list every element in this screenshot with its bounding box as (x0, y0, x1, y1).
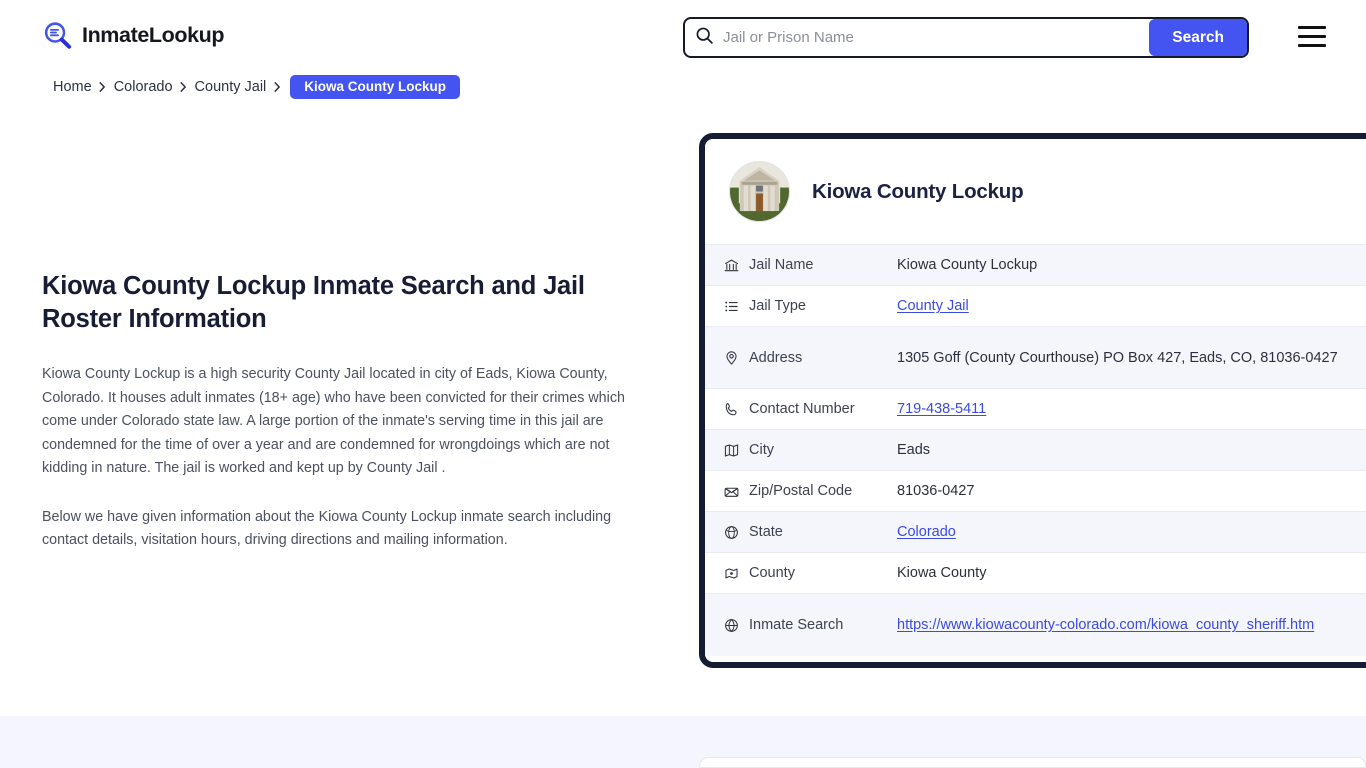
chevron-right-icon (173, 80, 195, 94)
table-row: County Kiowa County (705, 552, 1366, 593)
search-button[interactable]: Search (1149, 19, 1247, 56)
map-icon (723, 441, 749, 459)
row-value: 81036-0427 (897, 483, 975, 499)
table-row: City Eads (705, 429, 1366, 470)
breadcrumb: Home Colorado County Jail Kiowa County L… (53, 75, 461, 99)
table-row: Inmate Search https://www.kiowacounty-co… (705, 593, 1366, 656)
hamburger-bar (1298, 35, 1326, 38)
row-value: Colorado (897, 521, 1366, 543)
article-column: Kiowa County Lockup Inmate Search and Ja… (42, 270, 642, 553)
chevron-right-icon (266, 80, 288, 94)
breadcrumb-item-county-jail[interactable]: County Jail (195, 79, 267, 95)
card-header: Kiowa County Lockup (705, 139, 1366, 244)
table-row: Zip/Postal Code 81036-0427 (705, 470, 1366, 511)
hamburger-bar (1298, 44, 1326, 47)
brand-logo[interactable]: InmateLookup (42, 20, 225, 51)
jail-details-table: Jail Name Kiowa County Lockup Jail Type … (705, 244, 1366, 656)
breadcrumb-current: Kiowa County Lockup (290, 75, 461, 99)
table-row: Jail Name Kiowa County Lockup (705, 244, 1366, 285)
hamburger-menu-icon[interactable] (1298, 26, 1326, 47)
globe-state-icon (723, 523, 749, 541)
row-label: Inmate Search (749, 617, 844, 633)
table-row: Jail Type County Jail (705, 285, 1366, 326)
brand-name: InmateLookup (82, 23, 225, 47)
envelope-icon (723, 482, 749, 500)
location-pin-icon (723, 349, 749, 367)
magnifier-logo-icon (42, 20, 73, 51)
phone-icon (723, 400, 749, 418)
breadcrumb-item-colorado[interactable]: Colorado (114, 79, 173, 95)
row-value: https://www.kiowacounty-colorado.com/kio… (897, 614, 1366, 636)
next-section-card (699, 757, 1366, 768)
row-label: Zip/Postal Code (749, 483, 853, 499)
row-value: Eads (897, 442, 931, 458)
row-value: Kiowa County Lockup (897, 257, 1038, 273)
contact-number-link[interactable]: 719-438-5411 (897, 401, 986, 417)
row-value: 719-438-5411 (897, 398, 1366, 420)
county-icon (723, 564, 749, 582)
breadcrumb-item-home[interactable]: Home (53, 79, 92, 95)
row-value: Kiowa County (897, 565, 987, 581)
row-label: State (749, 524, 783, 540)
intro-paragraph: Kiowa County Lockup is a high security C… (42, 366, 625, 476)
table-row: Contact Number 719-438-5411 (705, 388, 1366, 429)
jail-info-card: Kiowa County Lockup Jail Name Kiowa Coun… (699, 133, 1366, 668)
row-label: Jail Name (749, 257, 814, 273)
courthouse-photo (729, 161, 790, 222)
row-value: 1305 Goff (County Courthouse) PO Box 427… (897, 349, 1338, 366)
row-label: Address (749, 349, 803, 366)
search-input[interactable] (719, 19, 1150, 56)
card-title: Kiowa County Lockup (812, 179, 1024, 203)
inmate-search-link[interactable]: https://www.kiowacounty-colorado.com/kio… (897, 617, 1314, 633)
bank-icon (723, 256, 749, 274)
table-row: State Colorado (705, 511, 1366, 552)
row-label: Contact Number (749, 401, 855, 417)
web-globe-icon (723, 616, 749, 634)
row-label: Jail Type (749, 298, 806, 314)
site-header: InmateLookup Search (0, 0, 1366, 74)
list-icon (723, 297, 749, 315)
state-link[interactable]: Colorado (897, 524, 956, 540)
hamburger-bar (1298, 26, 1326, 29)
table-row: Address 1305 Goff (County Courthouse) PO… (705, 326, 1366, 388)
row-label: City (749, 442, 774, 458)
page-title: Kiowa County Lockup Inmate Search and Ja… (42, 272, 585, 333)
row-value: County Jail (897, 295, 1366, 317)
row-label: County (749, 565, 795, 581)
chevron-right-icon (92, 80, 114, 94)
search-icon (694, 25, 715, 51)
jail-type-link[interactable]: County Jail (897, 298, 969, 314)
search-bar[interactable]: Search (683, 17, 1249, 58)
secondary-paragraph: Below we have given information about th… (42, 508, 612, 549)
